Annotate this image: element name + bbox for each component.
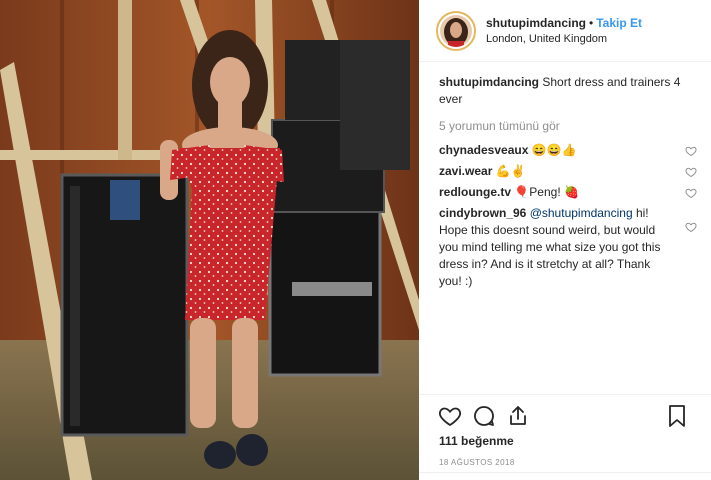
comment-username[interactable]: zavi.wear bbox=[439, 164, 492, 178]
post-photo-illustration bbox=[0, 0, 419, 480]
comment-item: redlounge.tv 🎈Peng! 🍓 bbox=[439, 184, 697, 201]
header-separator: • bbox=[589, 15, 594, 30]
post-date: 18 AĞUSTOS 2018 bbox=[439, 458, 515, 467]
heart-icon[interactable] bbox=[438, 404, 462, 428]
post-caption: shutupimdancing Short dress and trainers… bbox=[439, 74, 691, 108]
action-bar bbox=[438, 404, 530, 428]
comment-item: zavi.wear 💪✌ bbox=[439, 163, 697, 180]
comment-like-heart-icon[interactable] bbox=[685, 166, 697, 178]
likes-count[interactable]: 111 beğenme bbox=[439, 434, 514, 448]
avatar[interactable] bbox=[436, 10, 476, 51]
instagram-post: shutupimdancing • Takip Et London, United … bbox=[0, 0, 711, 480]
share-icon[interactable] bbox=[506, 404, 530, 428]
post-header: shutupimdancing • Takip Et London, United … bbox=[419, 0, 711, 62]
comment-like-heart-icon[interactable] bbox=[685, 187, 697, 199]
comment-icon[interactable] bbox=[472, 404, 496, 428]
comment-text: 🎈Peng! 🍓 bbox=[514, 185, 579, 199]
caption-username[interactable]: shutupimdancing bbox=[439, 75, 539, 89]
follow-button[interactable]: Takip Et bbox=[596, 16, 642, 30]
bookmark-icon[interactable] bbox=[665, 404, 689, 428]
post-photo[interactable] bbox=[0, 0, 419, 480]
comment-like-heart-icon[interactable] bbox=[685, 221, 697, 233]
comment-item: cindybrown_96 @shutupimdancing hi! Hope … bbox=[439, 205, 697, 290]
comment-like-heart-icon[interactable] bbox=[685, 145, 697, 157]
comment-username[interactable]: cindybrown_96 bbox=[439, 206, 526, 220]
comment-text: 💪✌ bbox=[495, 164, 526, 178]
comment-username[interactable]: redlounge.tv bbox=[439, 185, 511, 199]
comment-mention[interactable]: @shutupimdancing bbox=[530, 206, 633, 220]
location-link[interactable]: London, United Kingdom bbox=[486, 31, 642, 47]
view-all-comments-link[interactable]: 5 yorumun tümünü gör bbox=[439, 118, 691, 135]
comment-item: chynadesveaux 😄😄👍 bbox=[439, 142, 697, 159]
header-username[interactable]: shutupimdancing bbox=[486, 16, 586, 30]
comments-section: shutupimdancing Short dress and trainers… bbox=[439, 74, 697, 294]
post-side-panel: shutupimdancing • Takip Et London, United … bbox=[419, 0, 711, 480]
actions-divider bbox=[419, 394, 711, 395]
footer-divider bbox=[419, 472, 711, 473]
comment-text: 😄😄👍 bbox=[531, 143, 577, 157]
comment-username[interactable]: chynadesveaux bbox=[439, 143, 528, 157]
avatar-image bbox=[440, 14, 472, 47]
